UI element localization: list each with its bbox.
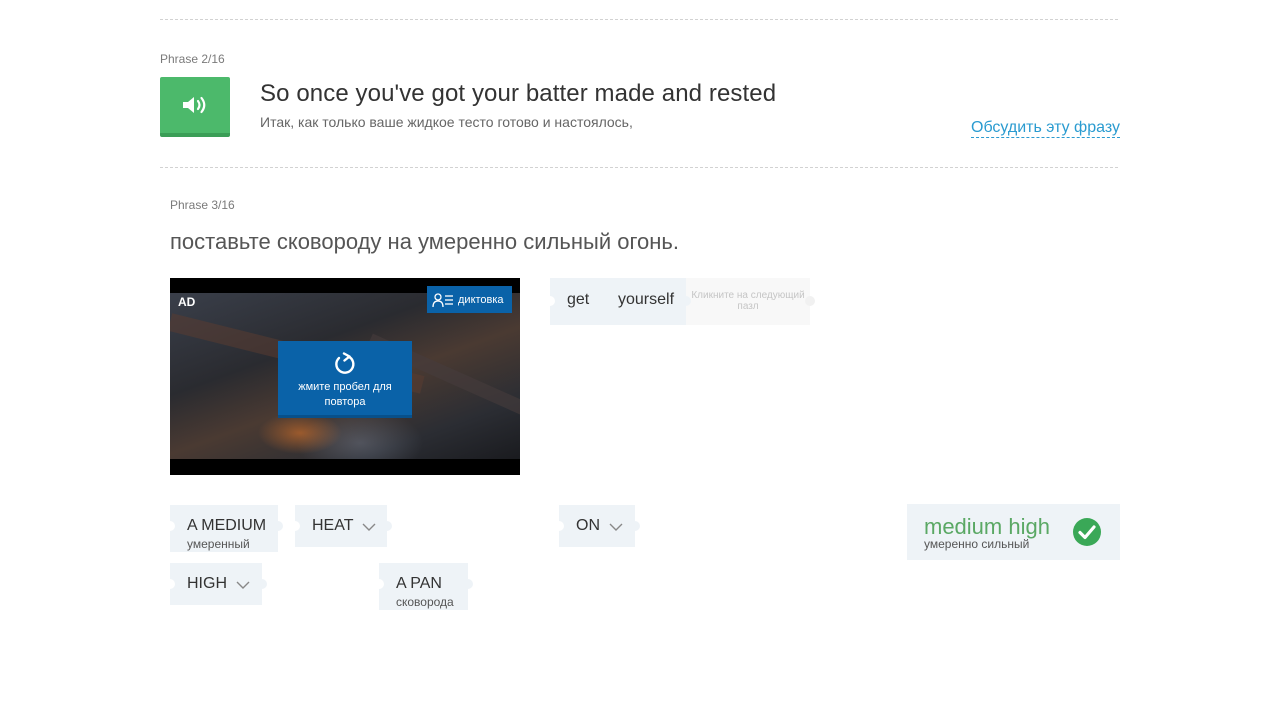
tile-translation: умеренный bbox=[187, 537, 250, 551]
speaker-icon bbox=[183, 96, 206, 114]
puzzle-knob bbox=[545, 296, 555, 306]
puzzle-knob bbox=[805, 296, 815, 306]
ad-label: AD bbox=[178, 295, 196, 309]
chevron-down-icon bbox=[609, 523, 623, 531]
word-tile-a-medium[interactable]: A MEDIUM умеренный bbox=[165, 505, 283, 552]
play-audio-button[interactable] bbox=[160, 77, 230, 137]
assembled-answer: get yourself bbox=[550, 278, 686, 325]
phrase-3-russian: поставьте сковороду на умеренно сильный … bbox=[170, 229, 679, 254]
discuss-phrase-link[interactable]: Обсудить эту фразу bbox=[971, 119, 1120, 138]
tile-word: HEAT bbox=[312, 517, 354, 534]
check-circle-icon bbox=[1073, 518, 1101, 546]
phrase-2-label: Phrase 2/16 bbox=[160, 52, 225, 66]
tile-word: A MEDIUM bbox=[187, 517, 267, 534]
tile-word: ON bbox=[576, 517, 600, 534]
video-player[interactable]: AD диктовка жмите пробел для повтора bbox=[170, 278, 520, 475]
chevron-down-icon bbox=[362, 523, 376, 531]
word-tile-heat[interactable]: HEAT bbox=[290, 505, 392, 547]
dictation-button[interactable]: диктовка bbox=[427, 286, 512, 313]
tile-word: A PAN bbox=[396, 575, 442, 592]
puzzle-knob bbox=[681, 296, 691, 306]
phrase-3-label: Phrase 3/16 bbox=[170, 198, 235, 212]
next-puzzle-slot[interactable]: Кликните на следующий пазл bbox=[686, 278, 810, 325]
dictation-label: диктовка bbox=[458, 293, 504, 306]
word-tile-on[interactable]: ON bbox=[554, 505, 640, 547]
replay-button[interactable]: жмите пробел для повтора bbox=[278, 341, 412, 418]
word-tile-high[interactable]: HIGH bbox=[165, 563, 267, 605]
phrase-2-translation: Итак, как только ваше жидкое тесто готов… bbox=[260, 114, 633, 130]
dictation-icon bbox=[432, 292, 453, 307]
answer-word[interactable]: get bbox=[550, 278, 618, 325]
replay-label: жмите пробел для повтора bbox=[298, 381, 392, 408]
tile-word: HIGH bbox=[187, 575, 227, 592]
correct-answer-box: medium high умеренно сильный bbox=[907, 504, 1120, 560]
answer-word[interactable]: yourself bbox=[618, 278, 686, 325]
tile-translation: сковорода bbox=[396, 595, 454, 609]
top-divider bbox=[160, 19, 1118, 20]
correct-translation: умеренно сильный bbox=[924, 537, 1030, 551]
replay-icon bbox=[335, 352, 355, 374]
chevron-down-icon bbox=[236, 581, 250, 589]
middle-divider bbox=[160, 167, 1118, 168]
word-tile-a-pan[interactable]: A PAN сковорода bbox=[374, 563, 473, 610]
phrase-2-english: So once you've got your batter made and … bbox=[260, 80, 777, 107]
